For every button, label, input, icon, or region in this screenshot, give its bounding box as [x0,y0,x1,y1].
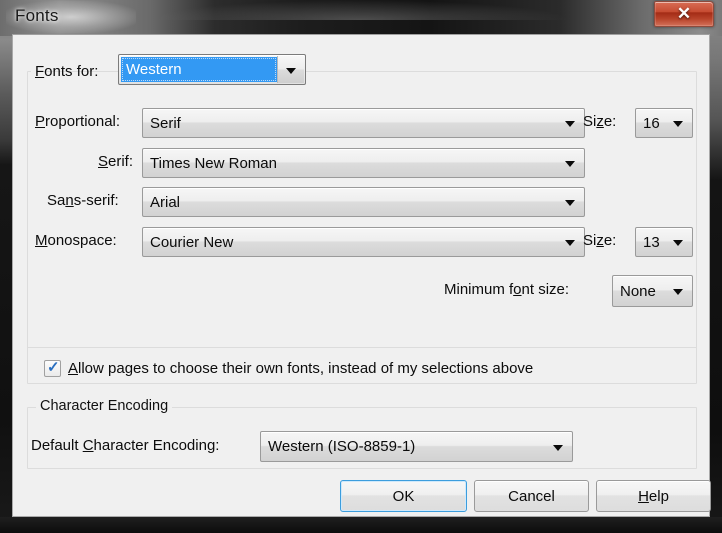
default-character-encoding-value: Western (ISO-8859-1) [268,438,416,455]
help-button-accel: H [638,487,649,505]
window-titlebar[interactable]: Fonts ✕ [0,0,722,34]
close-button[interactable]: ✕ [654,1,714,27]
monospace-size-label-pre: Si [583,232,597,249]
fonts-dialog: Fonts for: Western Proportional: Serif S… [12,34,711,517]
chevron-down-icon [565,240,575,246]
monospace-label-accel: M [35,232,48,249]
monospace-font-select[interactable]: Courier New [142,227,585,257]
serif-label-accel: S [98,153,109,170]
help-button-label-post: elp [648,487,669,505]
ok-button[interactable]: OK [340,480,467,512]
fonts-for-label-accel: F [35,63,45,80]
close-icon: ✕ [676,4,692,23]
chevron-down-icon [565,161,575,167]
serif-label-text: erif: [108,153,134,170]
default-character-encoding-label: Default Character Encoding: [31,437,219,454]
minimum-font-size-select[interactable]: None [612,275,693,307]
allow-pages-checkbox[interactable]: ✓ [44,359,61,377]
chevron-down-icon [565,121,575,127]
minimum-font-size-label: Minimum font size: [444,281,569,298]
proportional-size-label-accel: z [596,113,604,130]
sans-serif-label-pre: Sa [47,192,66,209]
monospace-font-value: Courier New [150,233,234,251]
monospace-size-label-accel: z [596,232,604,249]
help-button[interactable]: Help [596,480,711,512]
cancel-button[interactable]: Cancel [474,480,589,512]
fonts-for-selected-field[interactable]: Western [121,57,277,82]
proportional-label: Proportional: [35,113,120,130]
fonts-for-label-text: onts for: [44,63,99,80]
chevron-down-icon [673,240,683,246]
ok-button-label: OK [392,487,415,505]
serif-label: Serif: [98,153,133,170]
proportional-font-value: Serif [150,114,181,132]
allow-pages-checkbox-row[interactable]: ✓ Allow pages to choose their own fonts,… [44,359,533,377]
monospace-size-select[interactable]: 13 [635,227,693,257]
allow-pages-checkbox-label[interactable]: Allow pages to choose their own fonts, i… [68,360,533,377]
chevron-down-icon [673,121,683,127]
proportional-size-label: Size: [583,113,616,130]
chevron-down-icon [673,289,683,295]
chevron-down-icon [553,444,563,451]
default-character-encoding-select[interactable]: Western (ISO-8859-1) [260,431,573,462]
proportional-size-label-pre: Si [583,113,597,130]
character-encoding-legend: Character Encoding [36,398,173,414]
fonts-for-select[interactable]: Western [118,54,306,85]
proportional-size-select[interactable]: 16 [635,108,693,138]
sans-serif-label-accel: n [65,192,74,209]
minimum-font-size-value: None [620,282,656,300]
sans-serif-label-post: s-serif: [73,192,119,209]
desktop-backdrop-bottom [0,517,722,533]
cancel-button-label: Cancel [508,487,555,505]
proportional-size-value: 16 [643,114,660,132]
desktop-backdrop-right [708,0,722,533]
sans-serif-label: Sans-serif: [47,192,119,209]
fonts-for-label: Fonts for: [35,63,98,80]
monospace-size-label: Size: [583,232,616,249]
minimum-font-size-label-accel: o [513,281,522,298]
sans-serif-font-value: Arial [150,193,181,211]
help-button-label: Help [638,488,669,505]
sans-serif-font-select[interactable]: Arial [142,187,585,217]
window-title: Fonts [15,6,59,25]
default-character-encoding-label-pre: Default [31,437,83,454]
fonts-group-separator [28,347,696,348]
monospace-size-label-post: e: [603,232,617,249]
check-icon: ✓ [47,359,60,376]
chevron-down-icon [565,200,575,206]
monospace-label-text: onospace: [47,232,117,249]
fonts-for-dropdown-arrow-icon[interactable] [277,56,304,83]
default-character-encoding-label-accel: C [82,437,94,454]
screen: Fonts ✕ Fonts for: Western Proportional:… [0,0,722,533]
minimum-font-size-label-pre: Minimum f [444,281,514,298]
proportional-size-label-post: e: [603,113,617,130]
serif-font-select[interactable]: Times New Roman [142,148,585,178]
proportional-font-select[interactable]: Serif [142,108,585,138]
monospace-label: Monospace: [35,232,117,249]
monospace-size-value: 13 [643,233,660,251]
default-character-encoding-label-post: haracter Encoding: [93,437,220,454]
proportional-label-text: roportional: [45,113,121,130]
proportional-label-accel: P [35,113,46,130]
allow-pages-label-text: llow pages to choose their own fonts, in… [78,360,534,377]
serif-font-value: Times New Roman [150,154,277,172]
fonts-for-value: Western [126,61,182,78]
minimum-font-size-label-post: nt size: [521,281,570,298]
allow-pages-label-accel: A [68,360,79,377]
